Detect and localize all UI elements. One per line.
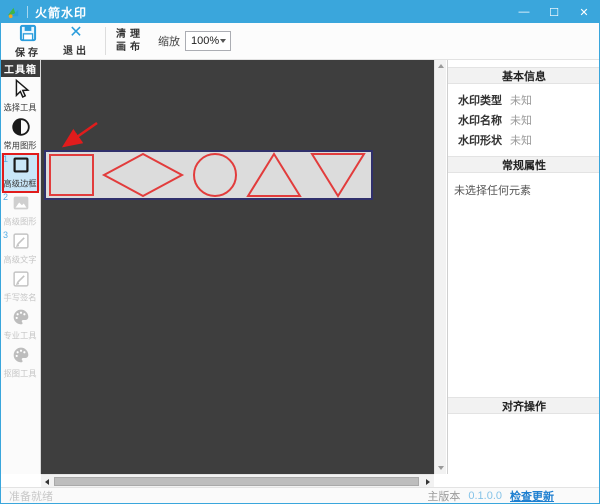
save-label: 保存 — [15, 48, 41, 59]
sidebar-item-label: 选择工具 — [3, 103, 38, 113]
palette-icon — [13, 347, 28, 363]
shapes-icon — [11, 118, 30, 136]
info-row-watermark-type: 水印类型 未知 — [448, 90, 599, 110]
canvas-area[interactable] — [41, 60, 434, 474]
info-row-watermark-name: 水印名称 未知 — [448, 110, 599, 130]
scroll-up-icon[interactable] — [435, 60, 447, 72]
info-value: 未知 — [510, 95, 532, 107]
exit-label: 退出 — [63, 46, 89, 57]
shape-square[interactable] — [49, 154, 94, 196]
title-bar: 火箭水印 — ☐ ✕ — [1, 1, 599, 23]
sidebar-item-label: 手写签名 — [3, 293, 38, 303]
chevron-down-icon — [220, 39, 226, 43]
info-label: 水印类型 — [458, 95, 502, 107]
status-ready-text: 准备就绪 — [9, 491, 53, 503]
minimize-icon[interactable]: — — [509, 1, 539, 23]
sidebar-item-advanced-text[interactable]: 3 高级文字 — [1, 229, 40, 267]
check-update-link[interactable]: 检查更新 — [510, 488, 554, 503]
annotation-arrow-icon — [61, 121, 98, 148]
watermark-shape-strip[interactable] — [44, 150, 373, 200]
info-label: 水印形状 — [458, 135, 502, 147]
sidebar-item-professional-tools[interactable]: 专业工具 — [1, 305, 40, 343]
title-separator — [27, 6, 28, 18]
item-badge: 3 — [3, 230, 9, 240]
horizontal-scrollbar[interactable] — [41, 474, 434, 487]
version-info: 主版本 0.1.0.0 检查更新 — [427, 488, 554, 503]
version-label: 主版本 — [427, 491, 461, 503]
border-icon — [12, 157, 29, 173]
vertical-scrollbar[interactable] — [434, 60, 446, 474]
toolbar: 保存 ✕ 退出 清理 画布 缩放 100% — [1, 23, 599, 60]
window-controls: — ☐ ✕ — [509, 1, 599, 23]
sidebar-item-advanced-border[interactable]: 1 高级边框 — [1, 153, 40, 191]
properties-panel: 基本信息 水印类型 未知 水印名称 未知 水印形状 未知 常规属性 未选择任何元… — [447, 60, 599, 474]
cursor-icon — [15, 78, 30, 98]
sidebar-item-select-tool[interactable]: 选择工具 — [1, 77, 40, 115]
sidebar-item-label: 专业工具 — [3, 331, 38, 341]
zoom-value: 100% — [191, 35, 220, 47]
scroll-down-icon[interactable] — [435, 462, 447, 474]
clear-canvas-button[interactable]: 清理 画布 — [116, 23, 144, 59]
section-general-properties: 常规属性 — [448, 156, 599, 173]
text-pencil-icon — [12, 233, 29, 249]
palette-icon — [13, 309, 28, 325]
info-value: 未知 — [510, 115, 532, 127]
watermark-shapes — [49, 152, 366, 198]
image-icon — [13, 196, 28, 210]
maximize-icon[interactable]: ☐ — [539, 1, 569, 23]
toolbox-sidebar: 工具箱 选择工具 常用图形 1 高级边框 2 高级图形 3 高级文字 手写签名 … — [1, 60, 41, 474]
sidebar-item-label: 高级边框 — [3, 179, 38, 189]
no-selection-note: 未选择任何元素 — [454, 185, 531, 197]
app-window: 火箭水印 — ☐ ✕ 保存 ✕ 退出 清理 画布 缩放 100% 工具箱 选择工… — [0, 0, 600, 504]
signature-pencil-icon — [12, 271, 29, 287]
section-basic-info: 基本信息 — [448, 67, 599, 84]
info-label: 水印名称 — [458, 115, 502, 127]
zoom-dropdown[interactable]: 100% — [185, 31, 231, 51]
status-bar: 准备就绪 主版本 0.1.0.0 检查更新 — [1, 487, 599, 503]
info-value: 未知 — [510, 135, 532, 147]
sidebar-item-handwritten-signature[interactable]: 手写签名 — [1, 267, 40, 305]
sidebar-item-cutout-tools[interactable]: 抠图工具 — [1, 343, 40, 381]
toolbar-separator — [105, 27, 106, 55]
info-row-watermark-shape: 水印形状 未知 — [448, 130, 599, 150]
clear-canvas-line2: 画布 — [116, 42, 144, 53]
sidebar-item-label: 高级图形 — [3, 217, 38, 227]
app-title: 火箭水印 — [35, 5, 88, 20]
version-number: 0.1.0.0 — [468, 490, 502, 502]
shape-diamond[interactable] — [101, 152, 185, 198]
exit-x-icon: ✕ — [69, 24, 83, 41]
sidebar-item-label: 常用图形 — [3, 141, 38, 151]
shape-inverted-triangle[interactable] — [310, 153, 366, 198]
close-icon[interactable]: ✕ — [569, 1, 599, 23]
shape-circle[interactable] — [193, 153, 237, 197]
clear-canvas-line1: 清理 — [116, 29, 144, 40]
save-button[interactable]: 保存 — [7, 23, 49, 59]
scrollbar-thumb[interactable] — [54, 477, 419, 486]
toolbox-header: 工具箱 — [1, 60, 40, 77]
exit-button[interactable]: ✕ 退出 — [55, 23, 97, 59]
zoom-label: 缩放 — [158, 36, 180, 48]
item-badge: 1 — [3, 154, 9, 164]
sidebar-item-common-shapes[interactable]: 常用图形 — [1, 115, 40, 153]
section-align-operations: 对齐操作 — [448, 397, 599, 414]
app-logo-icon — [7, 7, 19, 18]
zoom-control: 缩放 100% — [158, 31, 231, 51]
sidebar-item-advanced-graphics[interactable]: 2 高级图形 — [1, 191, 40, 229]
sidebar-item-label: 抠图工具 — [3, 369, 38, 379]
save-floppy-icon — [19, 24, 37, 42]
sidebar-item-label: 高级文字 — [3, 255, 38, 265]
shape-triangle[interactable] — [246, 152, 302, 197]
item-badge: 2 — [3, 192, 9, 202]
